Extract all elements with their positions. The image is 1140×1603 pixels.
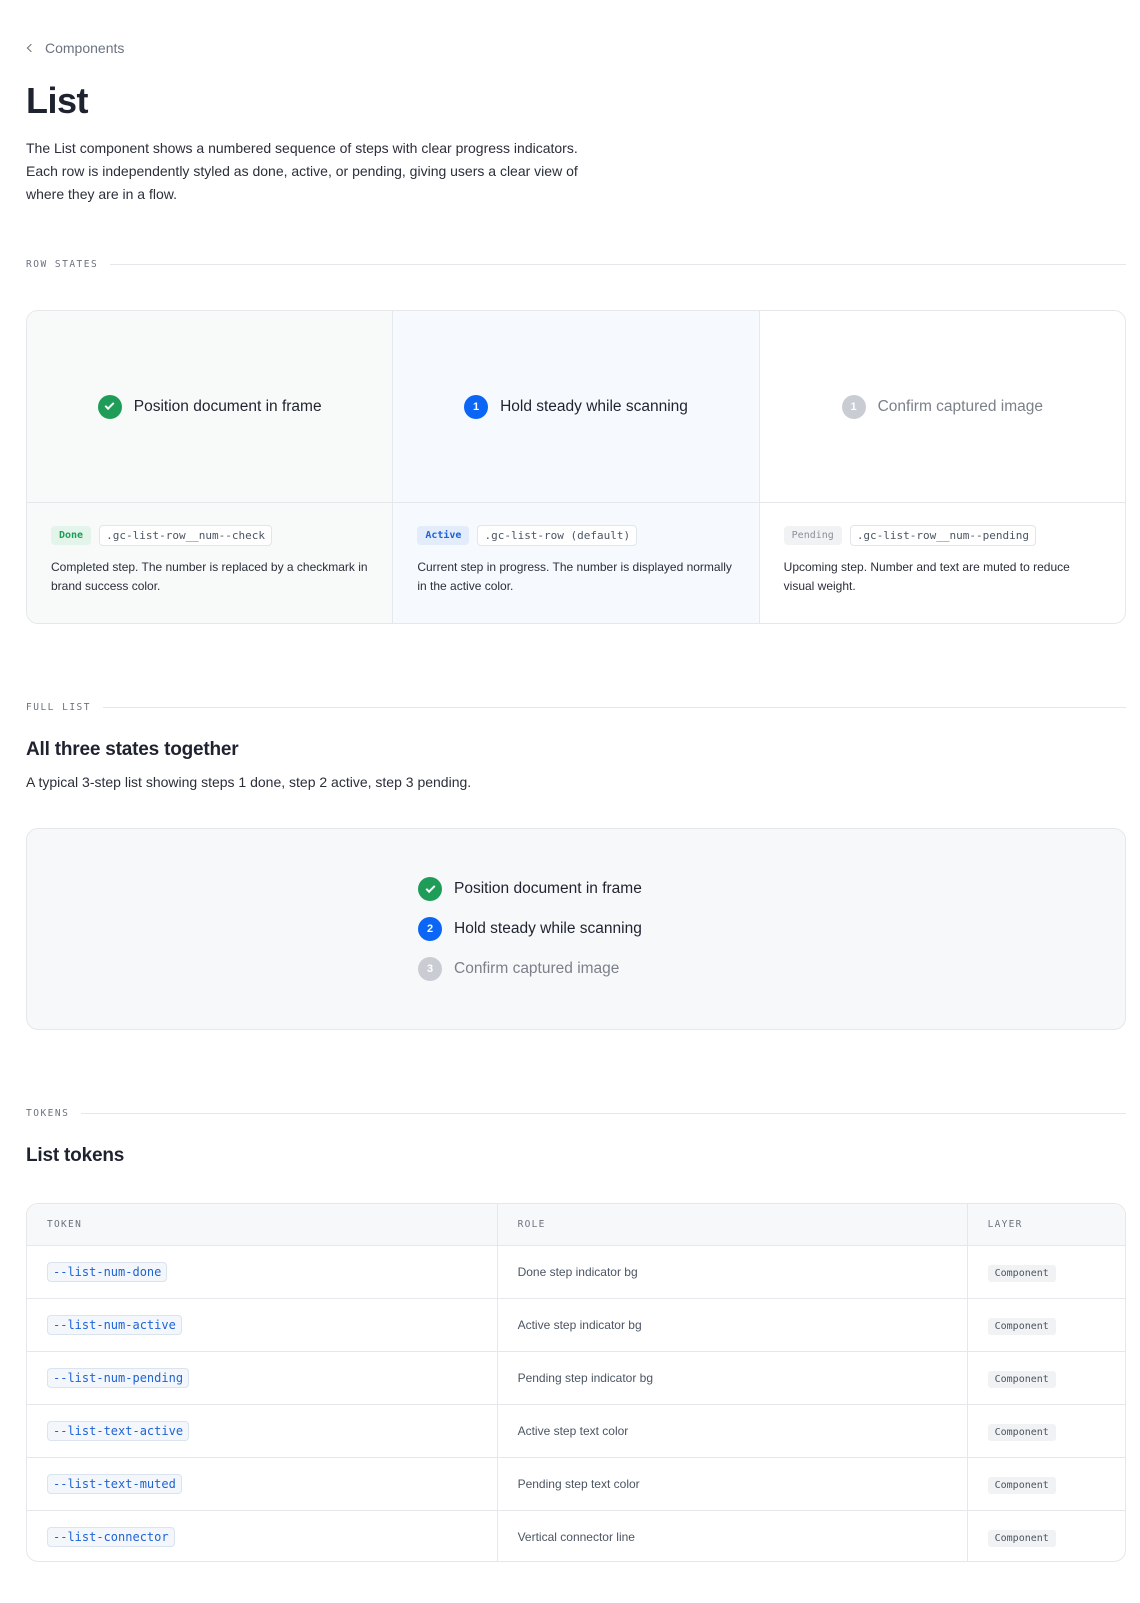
tokens-table: TOKEN ROLE LAYER --list-num-done Done st…	[26, 1203, 1126, 1562]
state-card-pending: 1 Confirm captured image Pending .gc-lis…	[759, 311, 1125, 623]
state-description: Upcoming step. Number and text are muted…	[783, 560, 1070, 593]
class-name-tag: .gc-list-row__num--pending	[849, 525, 1036, 546]
state-card-done: Position document in frame Done .gc-list…	[27, 311, 394, 623]
list-row-text: Hold steady while scanning	[500, 397, 688, 415]
state-description: Completed step. The number is replaced b…	[51, 560, 368, 593]
token-role: Active step text color	[496, 1404, 968, 1458]
back-link-label: Components	[45, 40, 125, 56]
full-list-heading: All three states together	[26, 739, 239, 760]
check-icon	[104, 400, 115, 411]
list-row-done: Position document in frame	[97, 394, 322, 419]
step-indicator-active: 2	[418, 917, 442, 941]
check-icon	[425, 882, 435, 893]
state-preview-active: 1 Hold steady while scanning	[393, 311, 759, 503]
layer-badge: Component	[987, 1423, 1056, 1441]
token-name: --list-connector	[47, 1526, 175, 1547]
table-row: --list-text-active Active step text colo…	[27, 1404, 1125, 1458]
class-name-tag: .gc-list-row__num--check	[99, 525, 273, 546]
list-row-text: Hold steady while scanning	[454, 920, 642, 937]
status-badge-done: Done	[51, 526, 92, 545]
class-name-tag: .gc-list-row (default)	[477, 525, 638, 546]
section-label-full-list: FULL LIST	[26, 702, 1126, 713]
section-divider	[102, 707, 1126, 708]
step-indicator-active: 1	[464, 394, 489, 419]
page-title: List	[26, 80, 89, 121]
full-list-description: A typical 3-step list showing steps 1 do…	[26, 774, 472, 790]
token-name: --list-num-pending	[47, 1367, 190, 1388]
list-row-active: 1 Hold steady while scanning	[464, 394, 688, 419]
section-label-text: ROW STATES	[26, 259, 99, 270]
layer-badge: Component	[987, 1529, 1056, 1547]
list-row-text: Confirm captured image	[454, 960, 620, 977]
row-states-panel: Position document in frame Done .gc-list…	[26, 310, 1126, 624]
layer-badge: Component	[987, 1317, 1056, 1335]
section-label-text: FULL LIST	[26, 702, 91, 713]
layer-badge: Component	[987, 1476, 1056, 1494]
section-label-tokens: TOKENS	[26, 1108, 1126, 1119]
state-preview-pending: 1 Confirm captured image	[759, 311, 1125, 503]
list-row-text: Position document in frame	[133, 397, 322, 415]
token-name: --list-text-muted	[47, 1473, 182, 1494]
table-row: --list-connector Vertical connector line…	[27, 1510, 1125, 1561]
step-list: Position document in frame 2 Hold steady…	[418, 877, 642, 981]
section-divider	[81, 1113, 1126, 1114]
column-header-token: TOKEN	[27, 1204, 498, 1246]
layer-badge: Component	[987, 1370, 1056, 1388]
list-row-text: Confirm captured image	[877, 397, 1044, 415]
list-row-done: Position document in frame	[418, 877, 642, 901]
state-tags: Done .gc-list-row__num--check	[51, 525, 368, 546]
table-row: --list-num-pending Pending step indicato…	[27, 1351, 1125, 1405]
section-divider	[110, 264, 1126, 265]
status-badge-active: Active	[417, 526, 470, 545]
token-role: Done step indicator bg	[496, 1245, 968, 1299]
token-name: --list-num-done	[47, 1261, 168, 1282]
token-role: Active step indicator bg	[496, 1298, 968, 1352]
tokens-heading: List tokens	[26, 1145, 125, 1166]
table-row: --list-num-done Done step indicator bg C…	[27, 1245, 1125, 1299]
state-description: Current step in progress. The number is …	[417, 560, 732, 593]
page-intro: The List component shows a numbered sequ…	[26, 140, 578, 202]
list-row-pending: 3 Confirm captured image	[418, 957, 642, 981]
back-link[interactable]: Components	[26, 40, 124, 56]
state-info-active: Active .gc-list-row (default) Current st…	[393, 503, 758, 596]
step-indicator-done	[418, 877, 442, 901]
layer-badge: Component	[987, 1264, 1056, 1282]
column-header-role: ROLE	[496, 1204, 968, 1246]
list-row-text: Position document in frame	[454, 880, 642, 897]
table-header-row: TOKEN ROLE LAYER	[27, 1204, 1125, 1246]
state-card-active: 1 Hold steady while scanning Active .gc-…	[393, 311, 760, 623]
token-name: --list-text-active	[47, 1420, 190, 1441]
state-preview-done: Position document in frame	[27, 311, 393, 503]
status-badge-pending: Pending	[783, 526, 842, 545]
step-indicator-pending: 3	[418, 957, 442, 981]
full-list-preview: Position document in frame 2 Hold steady…	[26, 828, 1126, 1030]
section-label-text: TOKENS	[26, 1108, 70, 1119]
token-role: Vertical connector line	[496, 1510, 968, 1561]
state-tags: Pending .gc-list-row__num--pending	[783, 525, 1101, 546]
table-row: --list-num-active Active step indicator …	[27, 1298, 1125, 1352]
chevron-left-icon	[26, 44, 35, 53]
step-indicator-pending: 1	[841, 394, 866, 419]
column-header-layer: LAYER	[966, 1204, 1125, 1246]
state-tags: Active .gc-list-row (default)	[417, 525, 734, 546]
state-info-done: Done .gc-list-row__num--check Completed …	[27, 503, 392, 596]
token-role: Pending step text color	[496, 1457, 968, 1511]
section-label-row-states: ROW STATES	[26, 259, 1126, 270]
step-indicator-done	[97, 394, 122, 419]
table-row: --list-text-muted Pending step text colo…	[27, 1457, 1125, 1511]
token-name: --list-num-active	[47, 1314, 182, 1335]
token-role: Pending step indicator bg	[496, 1351, 968, 1405]
list-row-pending: 1 Confirm captured image	[841, 394, 1044, 419]
list-row-active: 2 Hold steady while scanning	[418, 917, 642, 941]
state-info-pending: Pending .gc-list-row__num--pending Upcom…	[760, 503, 1125, 596]
